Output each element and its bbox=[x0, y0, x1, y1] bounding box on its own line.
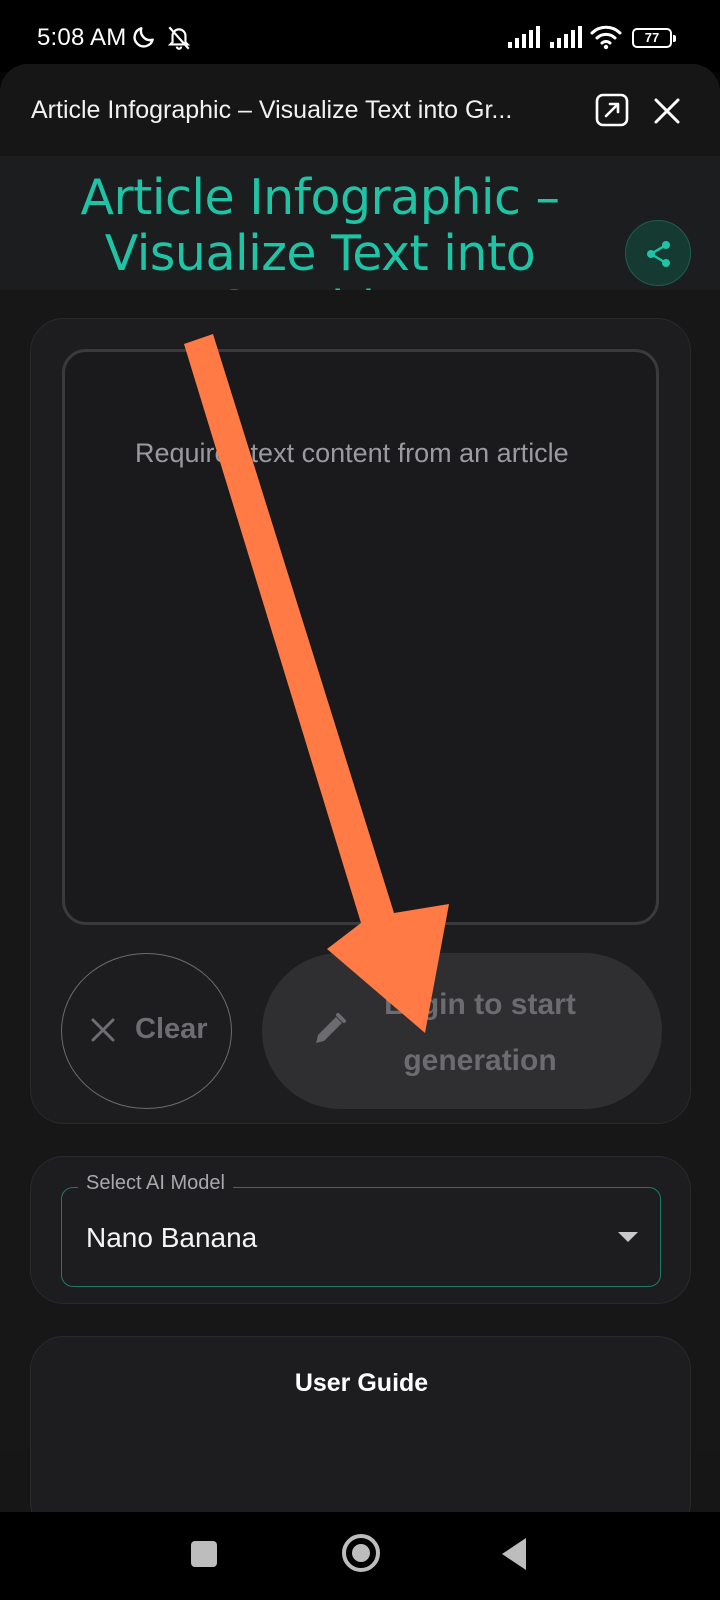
home-button[interactable] bbox=[342, 1534, 380, 1572]
clear-button[interactable]: Clear bbox=[61, 953, 232, 1109]
dropdown-arrow-icon bbox=[618, 1232, 638, 1242]
model-select-label: Select AI Model bbox=[78, 1172, 233, 1195]
article-text-input[interactable]: Requires text content from an article bbox=[62, 349, 659, 925]
recent-apps-button[interactable] bbox=[191, 1541, 217, 1567]
login-to-generate-button[interactable]: Login to start generation bbox=[262, 953, 662, 1109]
model-select-value: Nano Banana bbox=[86, 1222, 258, 1253]
open-external-icon[interactable] bbox=[594, 92, 630, 128]
user-guide-title: User Guide bbox=[294, 1369, 429, 1397]
signal-icon bbox=[550, 26, 582, 48]
status-bar: 5:08 AM 77 bbox=[0, 0, 720, 72]
close-icon bbox=[91, 1018, 115, 1042]
article-text-placeholder: Requires text content from an article bbox=[135, 438, 569, 468]
signal-icon bbox=[508, 26, 540, 48]
clear-button-label: Clear bbox=[135, 1013, 208, 1045]
bell-off-icon bbox=[167, 26, 191, 50]
user-guide-card: User Guide bbox=[30, 1336, 691, 1536]
status-time: 5:08 AM bbox=[37, 24, 127, 51]
model-select[interactable]: Select AI Model Nano Banana bbox=[61, 1172, 661, 1287]
back-button[interactable] bbox=[502, 1538, 526, 1570]
model-card: Select AI Model Nano Banana bbox=[30, 1156, 691, 1304]
main-content: Requires text content from an article Cl… bbox=[0, 290, 720, 1536]
sheet-header: Article Infographic – Visualize Text int… bbox=[0, 64, 720, 156]
moon-icon bbox=[133, 27, 154, 48]
battery-level: 77 bbox=[644, 30, 660, 45]
input-card: Requires text content from an article Cl… bbox=[30, 318, 691, 1124]
login-button-label: Login to start generation bbox=[384, 988, 576, 1077]
sheet-title: Article Infographic – Visualize Text int… bbox=[31, 96, 513, 124]
share-icon bbox=[647, 241, 670, 267]
share-button[interactable] bbox=[625, 220, 691, 286]
battery-icon: 77 bbox=[632, 28, 676, 48]
wifi-icon bbox=[590, 25, 622, 50]
navigation-bar bbox=[0, 1512, 720, 1600]
close-icon[interactable] bbox=[650, 94, 684, 128]
pencil-icon bbox=[316, 1013, 346, 1043]
